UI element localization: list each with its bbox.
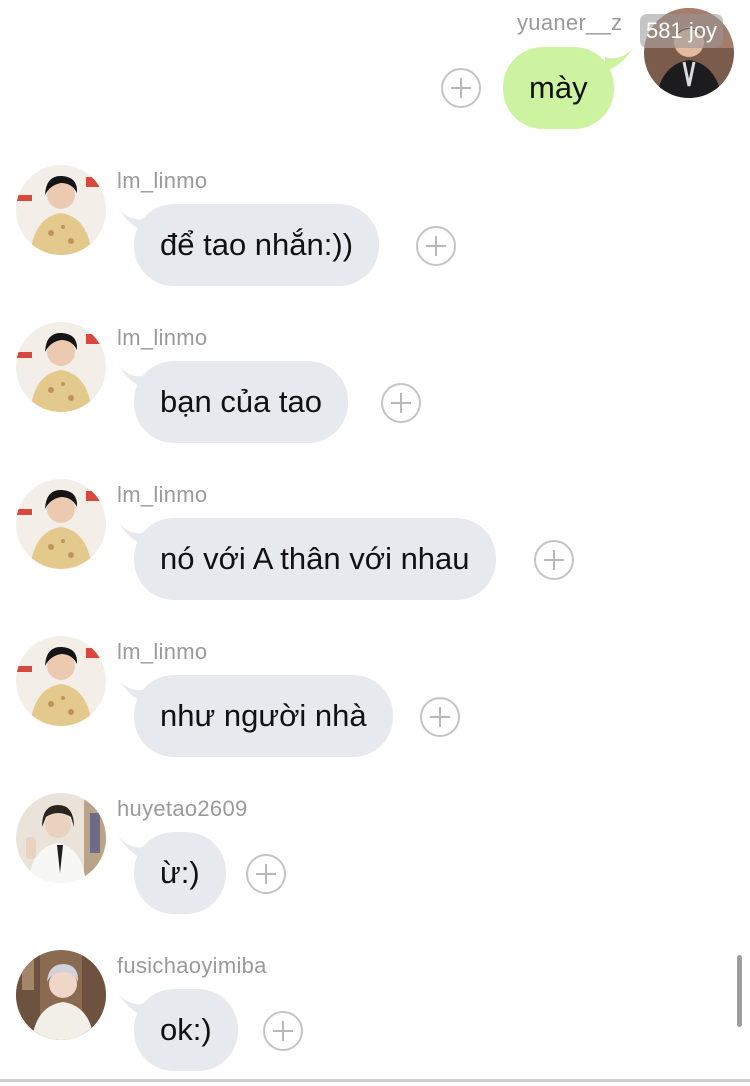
add-reaction-icon[interactable] (416, 226, 456, 266)
user-photo-icon (16, 165, 106, 255)
add-reaction-icon[interactable] (263, 1011, 303, 1051)
add-reaction-icon[interactable] (381, 383, 421, 423)
user-photo-icon (16, 322, 106, 412)
add-reaction-icon[interactable] (534, 540, 574, 580)
message-row: lm_linmo để tao nhắn:)) (0, 160, 750, 300)
avatar[interactable] (16, 950, 106, 1040)
message-row: lm_linmo bạn của tao (0, 317, 750, 457)
scrollbar[interactable] (737, 955, 742, 1027)
username: lm_linmo (117, 482, 208, 507)
message-bubble[interactable]: nó với A thân với nhau (134, 518, 496, 600)
avatar-badge: 581 joy (640, 14, 723, 48)
avatar[interactable] (16, 165, 106, 255)
message-row: yuaner__z mày 581 joy (0, 0, 750, 140)
message-row: lm_linmo như người nhà (0, 631, 750, 771)
username: huyetao2609 (117, 796, 248, 821)
message-bubble[interactable]: như người nhà (134, 675, 393, 757)
message-row: huyetao2609 ừ:) (0, 788, 750, 928)
message-row: lm_linmo nó với A thân với nhau (0, 474, 750, 614)
username: lm_linmo (117, 325, 208, 350)
user-photo-icon (16, 793, 106, 883)
avatar[interactable] (16, 322, 106, 412)
message-bubble[interactable]: để tao nhắn:)) (134, 204, 380, 286)
username: fusichaoyimiba (117, 953, 267, 978)
user-photo-icon (16, 950, 106, 1040)
message-bubble[interactable]: ok:) (134, 989, 238, 1071)
add-reaction-icon[interactable] (246, 854, 286, 894)
bubble-tail (605, 45, 635, 71)
avatar[interactable] (16, 636, 106, 726)
user-photo-icon (16, 636, 106, 726)
avatar[interactable] (16, 479, 106, 569)
add-reaction-icon[interactable] (441, 68, 481, 108)
add-reaction-icon[interactable] (420, 697, 460, 737)
user-photo-icon (16, 479, 106, 569)
avatar[interactable] (16, 793, 106, 883)
username: lm_linmo (117, 639, 208, 664)
message-bubble[interactable]: ừ:) (134, 832, 226, 914)
divider (0, 1079, 750, 1082)
message-row: fusichaoyimiba ok:) (0, 945, 750, 1085)
message-bubble[interactable]: bạn của tao (134, 361, 349, 443)
username: yuaner__z (517, 10, 623, 35)
username: lm_linmo (117, 168, 208, 193)
message-bubble[interactable]: mày (503, 47, 614, 129)
